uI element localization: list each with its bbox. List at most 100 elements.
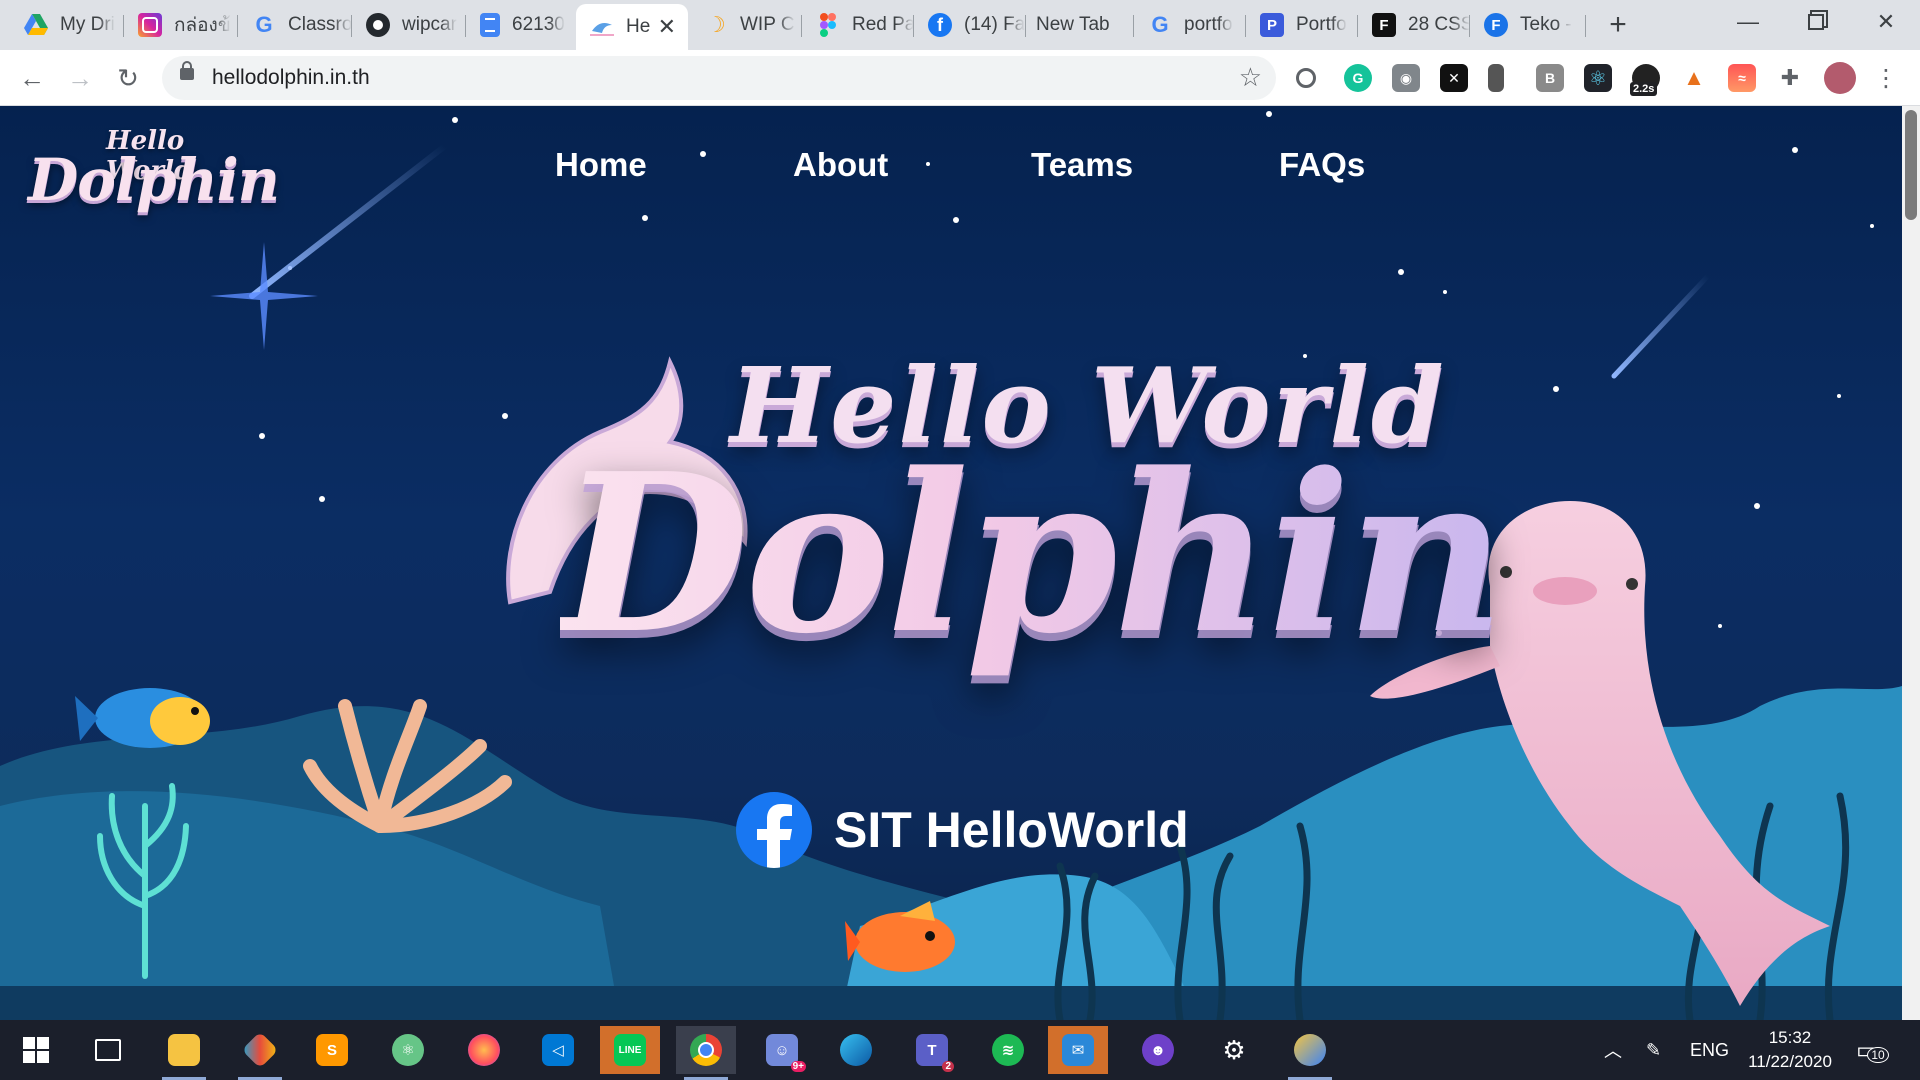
git-kraken-icon[interactable] — [230, 1026, 290, 1080]
close-tab-icon[interactable]: ✕ — [658, 14, 676, 40]
windows-taskbar: S ⚛ ◁ LINE ☺ 9+ T2 ≋ ✉ ☻ ⚙ ︿ ✎ ENG 15:32 … — [0, 1020, 1920, 1080]
tab-title: WIP C — [740, 14, 795, 35]
bookmark-star-icon[interactable]: ☆ — [1239, 62, 1262, 93]
notification-icon: ▭ 10 — [1856, 1036, 1889, 1065]
tab-title: กล่องข้ — [174, 15, 231, 36]
file-explorer-icon[interactable] — [154, 1026, 214, 1080]
stylus-extension-icon[interactable]: ≈ — [1728, 64, 1756, 92]
sea-floor — [0, 986, 1902, 1020]
logo-dolphin-text: Dolphin — [28, 146, 280, 214]
reload-button[interactable]: ↻ — [108, 58, 148, 98]
lighthouse-icon[interactable]: ▲ — [1680, 64, 1708, 92]
firefox-icon[interactable] — [454, 1026, 514, 1074]
clock-date: 11/22/2020 — [1748, 1052, 1832, 1071]
x-extension-icon[interactable]: ✕ — [1440, 64, 1468, 92]
instagram-icon — [138, 13, 162, 37]
task-view-button[interactable] — [78, 1026, 138, 1074]
tab-css[interactable]: F 28 CSS — [1358, 4, 1470, 46]
tab-teko[interactable]: F Teko - — [1470, 4, 1586, 46]
profile-avatar[interactable] — [1824, 62, 1856, 94]
action-center-button[interactable]: ▭ 10 — [1856, 1020, 1889, 1080]
sublime-text-icon[interactable]: S — [302, 1026, 362, 1074]
nav-about[interactable]: About — [793, 146, 888, 184]
pen-tray-icon[interactable]: ✎ — [1646, 1020, 1661, 1080]
tab-new-tab[interactable]: New Tab — [1022, 4, 1134, 46]
teams-icon[interactable]: T2 — [902, 1026, 962, 1074]
tab-title: He — [626, 16, 651, 37]
discord-icon[interactable]: ☺ 9+ — [752, 1026, 812, 1074]
figma-icon — [816, 13, 840, 37]
b-extension-icon[interactable]: B — [1536, 64, 1564, 92]
github-desktop-icon[interactable]: ☻ — [1128, 1026, 1188, 1074]
minimize-button[interactable]: — — [1714, 0, 1782, 44]
facebook-page-link[interactable]: SIT HelloWorld — [736, 792, 1189, 868]
camera-extension-icon[interactable]: ◉ — [1392, 64, 1420, 92]
nav-faqs[interactable]: FAQs — [1279, 146, 1365, 184]
tab-title: Red Pa — [852, 14, 914, 35]
phone-extension-icon[interactable] — [1488, 64, 1504, 92]
tab-figma[interactable]: Red Pa — [802, 4, 914, 46]
settings-gear-icon[interactable]: ⚙ — [1204, 1026, 1264, 1074]
hero-dolphin-text: Dolphin — [560, 426, 1506, 682]
url-text[interactable]: hellodolphin.in.th — [212, 66, 370, 90]
page-scrollbar[interactable] — [1902, 106, 1920, 1020]
extensions-puzzle-icon[interactable]: ✚ — [1776, 64, 1804, 92]
paint-icon[interactable] — [1280, 1026, 1340, 1080]
show-hidden-icons-chevron-icon[interactable]: ︿ — [1604, 1020, 1622, 1080]
tab-portfolio[interactable]: P Portfo — [1246, 4, 1358, 46]
clock-time: 15:32 — [1768, 1028, 1812, 1047]
google-icon: G — [1151, 12, 1169, 37]
tab-title: Classro — [288, 14, 352, 35]
taskbar-clock[interactable]: 15:32 11/22/2020 — [1740, 1026, 1840, 1074]
nav-teams[interactable]: Teams — [1031, 146, 1133, 184]
tab-portfolio-search[interactable]: G portfo — [1134, 4, 1246, 46]
forward-button[interactable]: → — [60, 58, 100, 98]
tab-title: portfo — [1184, 14, 1233, 35]
circle-extension-icon[interactable] — [1296, 68, 1316, 88]
restore-button[interactable] — [1782, 0, 1850, 44]
teams-badge: 2 — [942, 1061, 954, 1072]
site-logo[interactable]: Hello World Dolphin — [28, 126, 280, 236]
spotify-icon[interactable]: ≋ — [978, 1026, 1038, 1074]
tab-title: 28 CSS — [1408, 14, 1470, 35]
tab-wip[interactable]: ☽ WIP C — [690, 4, 802, 46]
tab-facebook[interactable]: f (14) Fa — [914, 4, 1026, 46]
atom-icon[interactable]: ⚛ — [378, 1026, 438, 1074]
back-button[interactable]: ← — [12, 58, 52, 98]
react-devtools-icon[interactable]: ⚛ — [1584, 64, 1612, 92]
tab-classroom[interactable]: G Classro — [238, 4, 352, 46]
new-tab-button[interactable]: + — [1601, 8, 1635, 42]
tab-google-docs[interactable]: 62130 — [466, 4, 578, 46]
tab-hello-dolphin[interactable]: He ✕ — [576, 4, 688, 50]
line-app-icon[interactable]: LINE — [600, 1026, 660, 1074]
address-bar[interactable]: hellodolphin.in.th ☆ — [162, 56, 1276, 100]
menu-kebab-icon[interactable]: ⋮ — [1866, 58, 1906, 98]
tab-github[interactable]: wipcar — [352, 4, 466, 46]
shooting-star — [249, 143, 448, 299]
nav-home[interactable]: Home — [555, 146, 647, 184]
start-button[interactable] — [6, 1026, 66, 1074]
mail-icon[interactable]: ✉ — [1048, 1026, 1108, 1074]
tab-title: Portfo — [1296, 14, 1347, 35]
tab-title: wipcar — [402, 14, 457, 35]
facebook-icon — [736, 792, 812, 868]
grammarly-icon[interactable]: G — [1344, 64, 1372, 92]
hello-dolphin-icon — [590, 15, 614, 39]
close-window-button[interactable]: ✕ — [1852, 0, 1920, 44]
language-indicator[interactable]: ENG — [1690, 1020, 1729, 1080]
edge-icon[interactable] — [826, 1026, 886, 1074]
f-icon: F — [1372, 13, 1396, 37]
wip-icon: ☽ — [706, 12, 726, 37]
tab-instagram[interactable]: กล่องข้ — [124, 4, 238, 46]
blue-fish — [75, 688, 210, 748]
chrome-icon[interactable] — [676, 1026, 736, 1080]
tab-title: (14) Fa — [964, 14, 1026, 35]
browser-toolbar: ← → ↻ hellodolphin.in.th ☆ G ◉ ✕ B ⚛ 2.2… — [0, 50, 1920, 106]
tab-google-drive[interactable]: My Dri — [10, 4, 124, 46]
google-drive-icon — [24, 13, 48, 37]
scrollbar-thumb[interactable] — [1905, 110, 1917, 220]
tab-title: New Tab — [1036, 14, 1110, 35]
fonts-f-icon: F — [1484, 13, 1508, 37]
github-icon — [366, 13, 390, 37]
vscode-icon[interactable]: ◁ — [528, 1026, 588, 1074]
